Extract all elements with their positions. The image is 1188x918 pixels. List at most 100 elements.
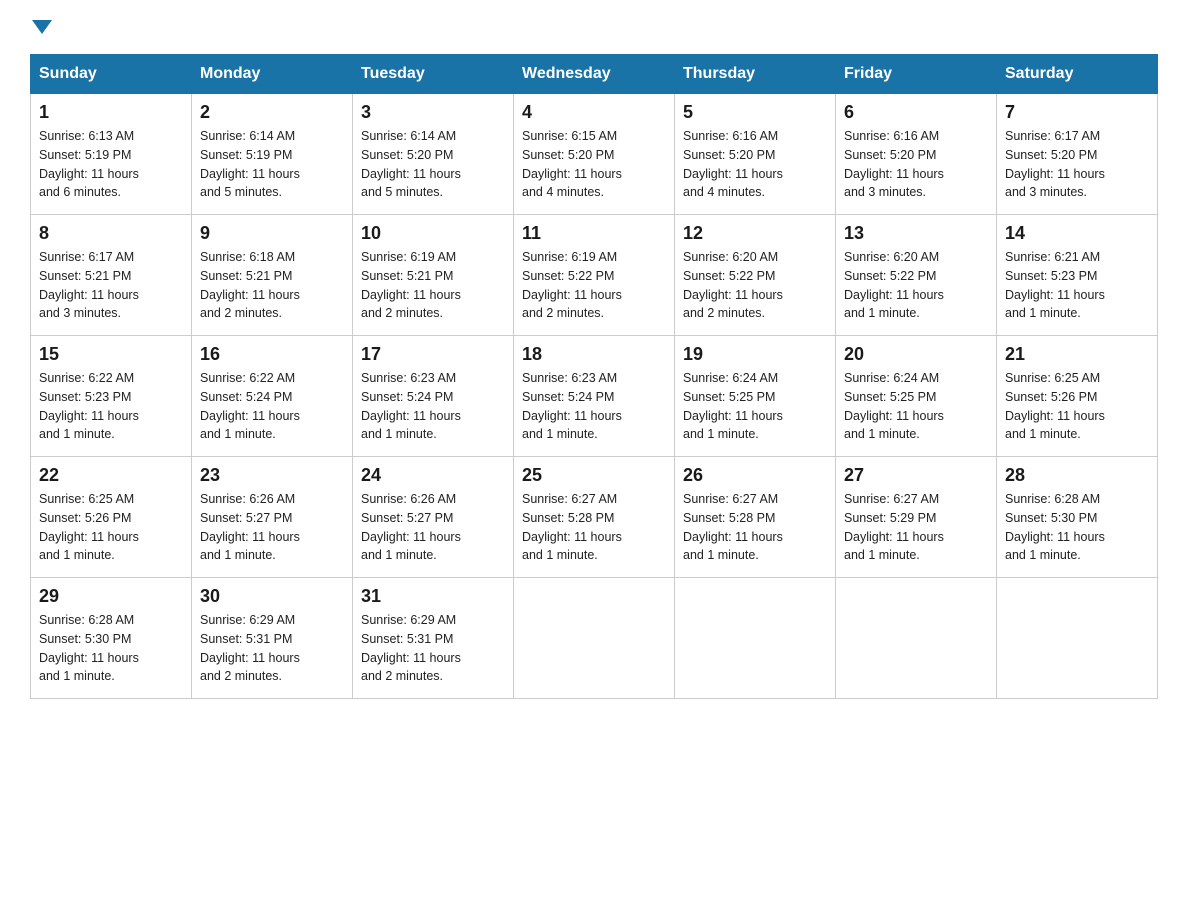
day-number: 4 [522, 102, 666, 123]
day-number: 1 [39, 102, 183, 123]
day-info: Sunrise: 6:16 AMSunset: 5:20 PMDaylight:… [683, 127, 827, 202]
day-info: Sunrise: 6:28 AMSunset: 5:30 PMDaylight:… [1005, 490, 1149, 565]
week-row-3: 15 Sunrise: 6:22 AMSunset: 5:23 PMDaylig… [31, 336, 1158, 457]
day-info: Sunrise: 6:14 AMSunset: 5:19 PMDaylight:… [200, 127, 344, 202]
calendar-cell: 7 Sunrise: 6:17 AMSunset: 5:20 PMDayligh… [997, 94, 1158, 215]
calendar-cell [675, 578, 836, 699]
day-info: Sunrise: 6:20 AMSunset: 5:22 PMDaylight:… [844, 248, 988, 323]
day-number: 21 [1005, 344, 1149, 365]
day-number: 9 [200, 223, 344, 244]
day-number: 23 [200, 465, 344, 486]
day-info: Sunrise: 6:25 AMSunset: 5:26 PMDaylight:… [1005, 369, 1149, 444]
calendar-cell: 31 Sunrise: 6:29 AMSunset: 5:31 PMDaylig… [353, 578, 514, 699]
calendar-cell: 28 Sunrise: 6:28 AMSunset: 5:30 PMDaylig… [997, 457, 1158, 578]
logo [30, 20, 54, 34]
week-row-1: 1 Sunrise: 6:13 AMSunset: 5:19 PMDayligh… [31, 94, 1158, 215]
day-number: 2 [200, 102, 344, 123]
weekday-header-friday: Friday [836, 55, 997, 94]
day-number: 5 [683, 102, 827, 123]
day-number: 22 [39, 465, 183, 486]
day-number: 25 [522, 465, 666, 486]
calendar-cell: 22 Sunrise: 6:25 AMSunset: 5:26 PMDaylig… [31, 457, 192, 578]
day-number: 10 [361, 223, 505, 244]
weekday-header-wednesday: Wednesday [514, 55, 675, 94]
day-info: Sunrise: 6:22 AMSunset: 5:23 PMDaylight:… [39, 369, 183, 444]
weekday-header-saturday: Saturday [997, 55, 1158, 94]
day-info: Sunrise: 6:15 AMSunset: 5:20 PMDaylight:… [522, 127, 666, 202]
day-number: 7 [1005, 102, 1149, 123]
day-number: 3 [361, 102, 505, 123]
day-info: Sunrise: 6:18 AMSunset: 5:21 PMDaylight:… [200, 248, 344, 323]
day-number: 24 [361, 465, 505, 486]
week-row-5: 29 Sunrise: 6:28 AMSunset: 5:30 PMDaylig… [31, 578, 1158, 699]
calendar-cell: 10 Sunrise: 6:19 AMSunset: 5:21 PMDaylig… [353, 215, 514, 336]
weekday-header-row: SundayMondayTuesdayWednesdayThursdayFrid… [31, 55, 1158, 94]
weekday-header-sunday: Sunday [31, 55, 192, 94]
calendar-cell: 26 Sunrise: 6:27 AMSunset: 5:28 PMDaylig… [675, 457, 836, 578]
calendar-cell: 16 Sunrise: 6:22 AMSunset: 5:24 PMDaylig… [192, 336, 353, 457]
calendar-cell: 21 Sunrise: 6:25 AMSunset: 5:26 PMDaylig… [997, 336, 1158, 457]
day-info: Sunrise: 6:22 AMSunset: 5:24 PMDaylight:… [200, 369, 344, 444]
calendar-cell: 19 Sunrise: 6:24 AMSunset: 5:25 PMDaylig… [675, 336, 836, 457]
day-number: 13 [844, 223, 988, 244]
calendar-cell: 20 Sunrise: 6:24 AMSunset: 5:25 PMDaylig… [836, 336, 997, 457]
day-info: Sunrise: 6:28 AMSunset: 5:30 PMDaylight:… [39, 611, 183, 686]
calendar-cell: 5 Sunrise: 6:16 AMSunset: 5:20 PMDayligh… [675, 94, 836, 215]
calendar-cell: 14 Sunrise: 6:21 AMSunset: 5:23 PMDaylig… [997, 215, 1158, 336]
calendar-cell: 29 Sunrise: 6:28 AMSunset: 5:30 PMDaylig… [31, 578, 192, 699]
calendar-cell: 2 Sunrise: 6:14 AMSunset: 5:19 PMDayligh… [192, 94, 353, 215]
week-row-4: 22 Sunrise: 6:25 AMSunset: 5:26 PMDaylig… [31, 457, 1158, 578]
calendar-cell [514, 578, 675, 699]
day-info: Sunrise: 6:19 AMSunset: 5:22 PMDaylight:… [522, 248, 666, 323]
day-info: Sunrise: 6:17 AMSunset: 5:20 PMDaylight:… [1005, 127, 1149, 202]
day-info: Sunrise: 6:27 AMSunset: 5:28 PMDaylight:… [683, 490, 827, 565]
day-info: Sunrise: 6:23 AMSunset: 5:24 PMDaylight:… [361, 369, 505, 444]
calendar-cell: 9 Sunrise: 6:18 AMSunset: 5:21 PMDayligh… [192, 215, 353, 336]
calendar-cell: 4 Sunrise: 6:15 AMSunset: 5:20 PMDayligh… [514, 94, 675, 215]
calendar-cell: 13 Sunrise: 6:20 AMSunset: 5:22 PMDaylig… [836, 215, 997, 336]
day-info: Sunrise: 6:19 AMSunset: 5:21 PMDaylight:… [361, 248, 505, 323]
weekday-header-thursday: Thursday [675, 55, 836, 94]
calendar-cell: 3 Sunrise: 6:14 AMSunset: 5:20 PMDayligh… [353, 94, 514, 215]
day-number: 14 [1005, 223, 1149, 244]
calendar-cell [836, 578, 997, 699]
calendar-cell: 15 Sunrise: 6:22 AMSunset: 5:23 PMDaylig… [31, 336, 192, 457]
weekday-header-tuesday: Tuesday [353, 55, 514, 94]
weekday-header-monday: Monday [192, 55, 353, 94]
day-number: 17 [361, 344, 505, 365]
day-number: 28 [1005, 465, 1149, 486]
day-info: Sunrise: 6:13 AMSunset: 5:19 PMDaylight:… [39, 127, 183, 202]
day-number: 12 [683, 223, 827, 244]
day-number: 16 [200, 344, 344, 365]
day-number: 29 [39, 586, 183, 607]
calendar-cell: 17 Sunrise: 6:23 AMSunset: 5:24 PMDaylig… [353, 336, 514, 457]
logo-arrow-icon [32, 20, 52, 34]
calendar-cell: 6 Sunrise: 6:16 AMSunset: 5:20 PMDayligh… [836, 94, 997, 215]
day-info: Sunrise: 6:24 AMSunset: 5:25 PMDaylight:… [683, 369, 827, 444]
calendar-cell: 24 Sunrise: 6:26 AMSunset: 5:27 PMDaylig… [353, 457, 514, 578]
day-info: Sunrise: 6:29 AMSunset: 5:31 PMDaylight:… [361, 611, 505, 686]
week-row-2: 8 Sunrise: 6:17 AMSunset: 5:21 PMDayligh… [31, 215, 1158, 336]
page-header [30, 20, 1158, 34]
day-number: 20 [844, 344, 988, 365]
day-number: 18 [522, 344, 666, 365]
day-number: 31 [361, 586, 505, 607]
calendar-cell [997, 578, 1158, 699]
calendar-cell: 18 Sunrise: 6:23 AMSunset: 5:24 PMDaylig… [514, 336, 675, 457]
day-number: 15 [39, 344, 183, 365]
day-info: Sunrise: 6:17 AMSunset: 5:21 PMDaylight:… [39, 248, 183, 323]
day-number: 11 [522, 223, 666, 244]
day-info: Sunrise: 6:27 AMSunset: 5:29 PMDaylight:… [844, 490, 988, 565]
day-number: 19 [683, 344, 827, 365]
calendar-cell: 8 Sunrise: 6:17 AMSunset: 5:21 PMDayligh… [31, 215, 192, 336]
day-info: Sunrise: 6:14 AMSunset: 5:20 PMDaylight:… [361, 127, 505, 202]
calendar-table: SundayMondayTuesdayWednesdayThursdayFrid… [30, 54, 1158, 699]
calendar-cell: 11 Sunrise: 6:19 AMSunset: 5:22 PMDaylig… [514, 215, 675, 336]
day-info: Sunrise: 6:27 AMSunset: 5:28 PMDaylight:… [522, 490, 666, 565]
day-info: Sunrise: 6:24 AMSunset: 5:25 PMDaylight:… [844, 369, 988, 444]
day-number: 6 [844, 102, 988, 123]
calendar-cell: 12 Sunrise: 6:20 AMSunset: 5:22 PMDaylig… [675, 215, 836, 336]
day-number: 27 [844, 465, 988, 486]
day-info: Sunrise: 6:29 AMSunset: 5:31 PMDaylight:… [200, 611, 344, 686]
day-number: 8 [39, 223, 183, 244]
